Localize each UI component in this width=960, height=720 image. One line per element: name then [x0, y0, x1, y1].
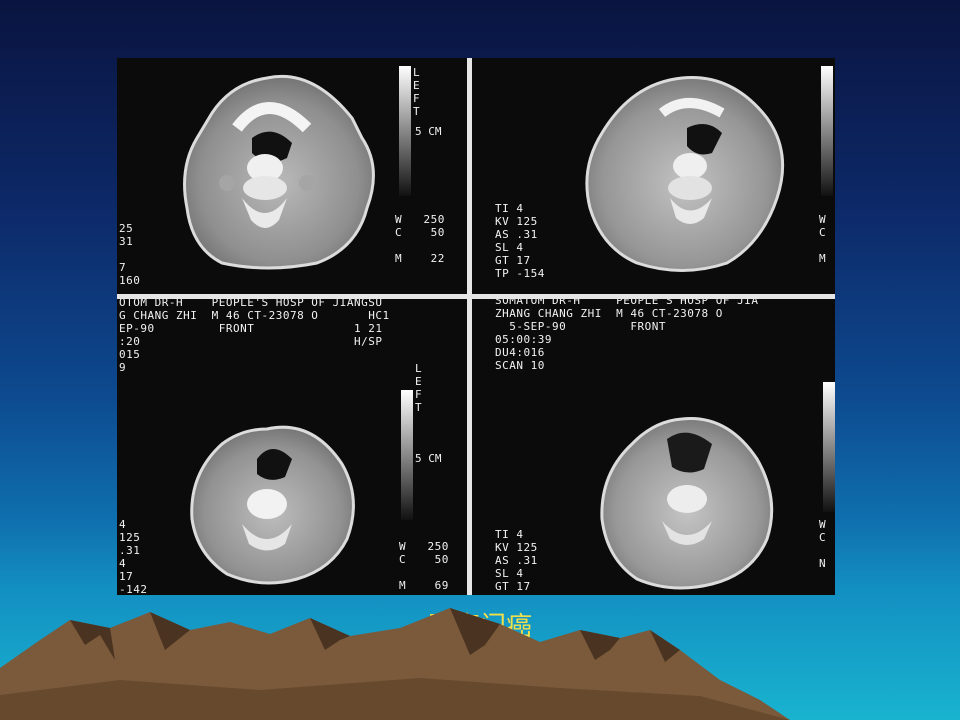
panel-bl-orientation: L E F T: [415, 362, 423, 414]
panel-bl-patient-header: OTOM DR-H PEOPLE'S HOSP OF JIANGSU G CHA…: [119, 296, 390, 374]
film-divider-vertical: [467, 58, 472, 595]
panel-br-patient-header: SOMATOM DR-H PEOPLE'S HOSP OF JIA ZHANG …: [495, 294, 759, 372]
panel-tr-scan-params: TI 4 KV 125 AS .31 SL 4 GT 17 TP -154: [495, 202, 545, 280]
panel-tl-scale-label: 5 CM: [415, 125, 442, 138]
panel-bl-window-settings: W 250 C 50 M 69: [399, 540, 449, 592]
gray-scale-bar: [401, 390, 413, 520]
panel-tl-side-numbers: 25 31 7 160: [119, 222, 141, 287]
mountain-decoration: [0, 608, 790, 720]
panel-bl-side-numbers: 4 125 .31 4 17 -142: [119, 518, 148, 595]
panel-br-scan-params: TI 4 KV 125 AS .31 SL 4 GT 17 TP -136: [495, 528, 544, 595]
panel-tl-orientation: L E F T: [413, 66, 421, 118]
ct-scan-film: 25 31 7 160 W 250 C 50 M 22 5 CM L E F T…: [117, 58, 835, 595]
panel-bl-scale-label: 5 CM: [415, 452, 442, 465]
panel-br-window-settings: W C N: [819, 518, 827, 570]
panel-tr-window-settings: W C M: [819, 213, 827, 265]
panel-tl-window-settings: W 250 C 50 M 22: [395, 213, 445, 265]
gray-scale-bar: [821, 66, 833, 196]
gray-scale-bar: [823, 382, 835, 512]
gray-scale-bar: [399, 66, 411, 196]
slide: 25 31 7 160 W 250 C 50 M 22 5 CM L E F T…: [0, 0, 960, 720]
film-divider-horizontal: [117, 294, 835, 299]
